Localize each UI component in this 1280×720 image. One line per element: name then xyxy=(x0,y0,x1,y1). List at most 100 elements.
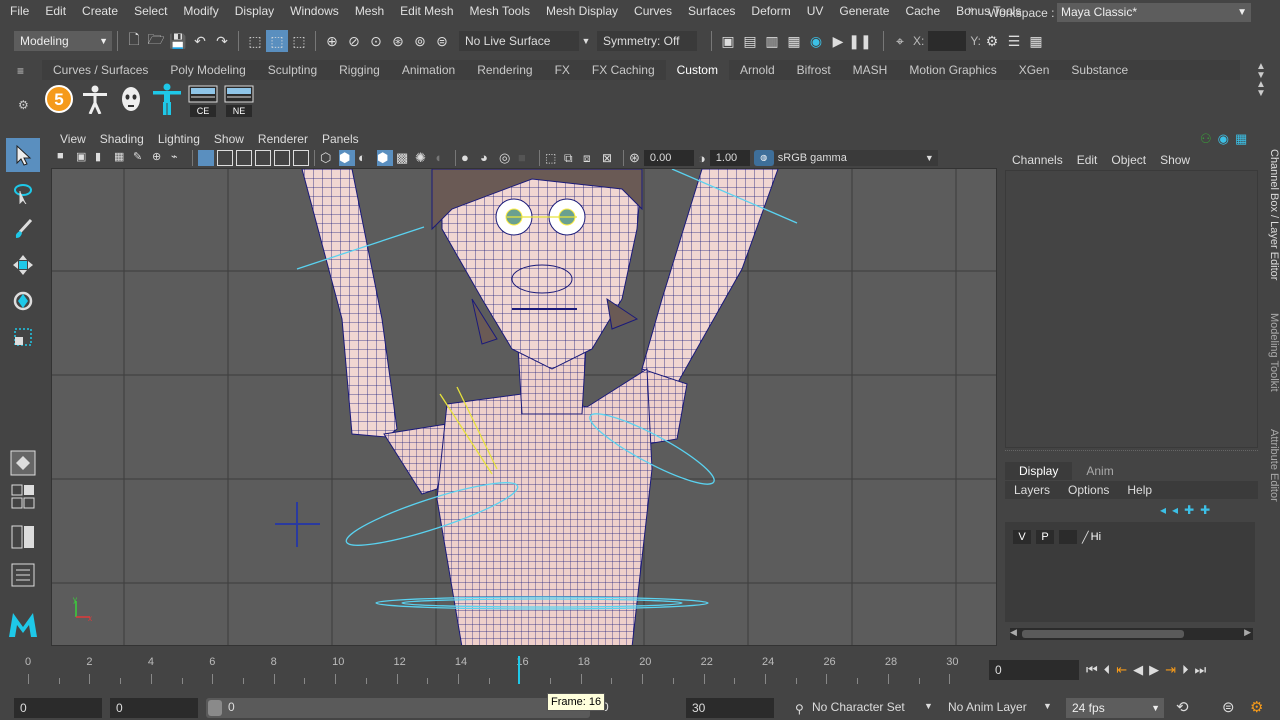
scroll-left-icon[interactable]: ◀ xyxy=(1010,627,1017,638)
menu-mesh-display[interactable]: Mesh Display xyxy=(538,0,626,22)
shelf-tab-xgen[interactable]: XGen xyxy=(1008,60,1061,80)
select-hierarchy-icon[interactable]: ⬚ xyxy=(244,30,266,52)
render-view-icon[interactable]: ▣ xyxy=(717,30,739,52)
color-management-icon[interactable]: ◍ xyxy=(753,150,774,166)
menu-curves[interactable]: Curves xyxy=(626,0,680,22)
layer-tab-display[interactable]: Display xyxy=(1005,462,1073,480)
attribute-editor-side-tab[interactable]: Attribute Editor xyxy=(1262,420,1280,510)
symmetry-field[interactable]: Symmetry: Off xyxy=(597,31,697,51)
mask-icon[interactable] xyxy=(116,83,146,115)
panel-menu-shading[interactable]: Shading xyxy=(93,130,151,148)
layer-menu-layers[interactable]: Layers xyxy=(1005,481,1059,499)
skeleton-icon[interactable] xyxy=(80,83,110,115)
layer-color-icon[interactable]: ╱ xyxy=(1082,531,1089,544)
image-plane-icon[interactable]: ▦ xyxy=(114,150,130,166)
playback-end-field[interactable]: 30 xyxy=(686,698,774,718)
chevron-down-icon[interactable]: ▼ xyxy=(579,30,593,52)
current-frame-field[interactable]: 0 xyxy=(989,660,1079,680)
snap-curve-icon[interactable]: ⊘ xyxy=(343,30,365,52)
chevron-down-icon[interactable]: ▼ xyxy=(924,701,933,711)
resolution-gate-icon[interactable] xyxy=(236,150,252,166)
snap-grid-icon[interactable]: ⊕ xyxy=(321,30,343,52)
layer-tab-anim[interactable]: Anim xyxy=(1072,462,1127,480)
shelf-settings-icon[interactable]: ⚙ xyxy=(18,98,29,112)
range-slider[interactable]: 0 0 xyxy=(206,698,609,718)
shelf-tab-custom[interactable]: Custom xyxy=(665,60,729,80)
menu-create[interactable]: Create xyxy=(74,0,126,22)
menu-generate[interactable]: Generate xyxy=(831,0,897,22)
anti-aliasing-icon[interactable]: ◎ xyxy=(499,150,515,166)
select-component-icon[interactable]: ⬚ xyxy=(288,30,310,52)
render-frame-icon[interactable]: ▤ xyxy=(739,30,761,52)
menu-mesh[interactable]: Mesh xyxy=(347,0,392,22)
range-handle-start[interactable] xyxy=(208,700,222,716)
shelf-tab-poly-modeling[interactable]: Poly Modeling xyxy=(159,60,256,80)
panel-menu-show[interactable]: Show xyxy=(207,130,251,148)
perspective-viewport[interactable]: y x xyxy=(51,168,997,646)
snap-view-icon[interactable]: ⊛ xyxy=(387,30,409,52)
layer-name[interactable]: Hi xyxy=(1091,531,1101,543)
playback-start-field[interactable]: 0 xyxy=(110,698,198,718)
time-slider[interactable]: 0 024681012141618202224262830 xyxy=(0,652,985,688)
auto-key-icon[interactable]: ⊜ xyxy=(1222,698,1235,716)
shelf-menu-icon[interactable]: ≡ xyxy=(17,64,31,78)
color-space-dropdown[interactable]: sRGB gamma ▼ xyxy=(773,150,938,166)
single-perspective-layout-icon[interactable] xyxy=(6,446,40,480)
scroll-right-icon[interactable]: ▶ xyxy=(1244,627,1251,638)
channel-menu-object[interactable]: Object xyxy=(1104,151,1153,169)
channel-box-area[interactable] xyxy=(1005,170,1258,448)
sidebar-toggle-icon[interactable]: ⚙ xyxy=(981,30,1003,52)
ipr-icon[interactable]: ▥ xyxy=(761,30,783,52)
new-layer-selected-icon[interactable]: ✚ xyxy=(1200,503,1210,517)
grease-pencil-icon[interactable]: ✎ xyxy=(133,150,149,166)
menuset-dropdown[interactable]: Modeling ▼ xyxy=(14,31,112,51)
shelf-tab-bifrost[interactable]: Bifrost xyxy=(786,60,842,80)
attribute-toggle-icon[interactable]: ▦ xyxy=(1025,30,1047,52)
menu-modify[interactable]: Modify xyxy=(175,0,226,22)
snap-point-icon[interactable]: ⊙ xyxy=(365,30,387,52)
menu-select[interactable]: Select xyxy=(126,0,175,22)
play-forwards-icon[interactable]: ▶ xyxy=(1149,662,1159,678)
shelf-tab-curves-surfaces[interactable]: Curves / Surfaces xyxy=(42,60,159,80)
shelf-tab-arnold[interactable]: Arnold xyxy=(729,60,786,80)
persp-outliner-layout-icon[interactable] xyxy=(6,520,40,554)
xray-active-icon[interactable]: ⊠ xyxy=(602,150,618,166)
layer-horizontal-scrollbar[interactable]: ◀ ▶ xyxy=(1010,627,1253,640)
menu-surfaces[interactable]: Surfaces xyxy=(680,0,743,22)
camera-select-icon[interactable]: ■ xyxy=(57,150,73,166)
panel-menu-lighting[interactable]: Lighting xyxy=(151,130,207,148)
menu-display[interactable]: Display xyxy=(227,0,282,22)
workspace-dropdown[interactable]: Maya Classic* ▼ xyxy=(1057,3,1251,22)
layer-row[interactable]: V P ╱ Hi xyxy=(1005,522,1255,544)
panel-menu-renderer[interactable]: Renderer xyxy=(251,130,315,148)
new-layer-icon[interactable]: ✚ xyxy=(1184,503,1194,517)
select-object-icon[interactable]: ⬚ xyxy=(266,30,288,52)
pan-zoom-icon[interactable]: ⊕ xyxy=(152,150,168,166)
step-back-frame-icon[interactable]: ⏴ xyxy=(1104,662,1111,678)
five-icon[interactable]: 5 xyxy=(44,83,74,115)
redo-icon[interactable]: ↷ xyxy=(211,30,233,52)
panel-menu-panels[interactable]: Panels xyxy=(315,130,366,148)
xray-joints-icon[interactable]: ⧈ xyxy=(583,150,599,166)
four-view-layout-icon[interactable] xyxy=(6,482,40,512)
ambient-occlusion-icon[interactable]: ● xyxy=(461,150,477,166)
move-layer-down-icon[interactable]: ◂ xyxy=(1172,503,1178,517)
render-settings-icon[interactable]: ▦ xyxy=(783,30,805,52)
x-field[interactable] xyxy=(928,31,967,51)
go-to-start-icon[interactable]: ⏮ xyxy=(1086,662,1098,678)
scale-tool-icon[interactable] xyxy=(6,320,40,354)
menu-mesh-tools[interactable]: Mesh Tools xyxy=(462,0,538,22)
new-scene-icon[interactable]: 🗋 xyxy=(123,30,145,52)
motion-blur-icon[interactable]: ◕ xyxy=(480,150,496,166)
shelf-tab-fx[interactable]: FX xyxy=(544,60,581,80)
step-forward-frame-icon[interactable]: ⏵ xyxy=(1182,662,1189,678)
ce-icon[interactable]: CE xyxy=(188,83,218,117)
scene-start-field[interactable]: 0 xyxy=(14,698,102,718)
step-forward-key-icon[interactable]: ⇥ xyxy=(1165,662,1176,678)
shelf-tab-fx-caching[interactable]: FX Caching xyxy=(581,60,666,80)
menu-uv[interactable]: UV xyxy=(799,0,832,22)
wireframe-on-shaded-icon[interactable]: ⬢ xyxy=(377,150,393,166)
channel-box-icon[interactable]: ⚇ xyxy=(1200,131,1212,147)
play-ipr-icon[interactable]: ▶ xyxy=(827,30,849,52)
scene-canvas[interactable]: y x xyxy=(52,169,997,646)
